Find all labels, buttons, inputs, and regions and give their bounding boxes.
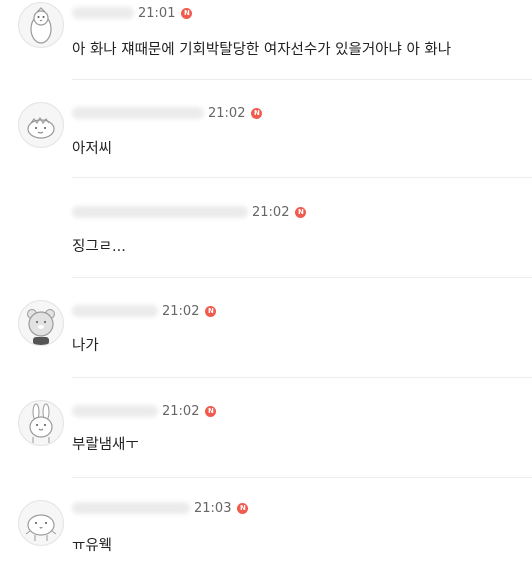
comment-meta: 21:02 N	[72, 203, 307, 221]
comment-text: ㅠ유웩	[72, 538, 113, 554]
comment-item: 21:02 N 징그ㄹ...	[0, 178, 532, 278]
comment-time: 21:02	[162, 303, 200, 319]
new-badge: N	[237, 502, 249, 514]
comment-time: 21:02	[252, 204, 290, 220]
comment-meta: 21:03 N	[72, 499, 249, 517]
bear-avatar-icon[interactable]	[18, 300, 64, 346]
comment-meta: 21:02 N	[72, 104, 263, 122]
new-badge: N	[205, 305, 217, 317]
comment-meta: 21:01 N	[72, 4, 193, 22]
nickname-redacted	[72, 206, 248, 218]
comment-item: 21:01 N 아 화나 쟤때문에 기회박탈당한 여자선수가 있을거아냐 아 화…	[0, 0, 532, 80]
nickname-redacted	[72, 405, 158, 417]
new-badge: N	[251, 107, 263, 119]
penguin-avatar-icon[interactable]	[18, 2, 64, 48]
comment-feed: 21:01 N 아 화나 쟤때문에 기회박탈당한 여자선수가 있을거아냐 아 화…	[0, 0, 532, 562]
new-badge: N	[295, 206, 307, 218]
comment-time: 21:03	[194, 500, 232, 516]
new-badge: N	[205, 405, 217, 417]
comment-text: 징그ㄹ...	[72, 239, 126, 255]
comment-text: 나가	[72, 338, 99, 354]
nickname-redacted	[72, 7, 134, 19]
comment-meta: 21:02 N	[72, 302, 217, 320]
blank-avatar-icon[interactable]	[18, 200, 64, 246]
dinosaur-avatar-icon[interactable]	[18, 102, 64, 148]
comment-item: 21:02 N 부랄냄새ㅜ	[0, 378, 532, 478]
nickname-redacted	[72, 107, 204, 119]
comment-time: 21:01	[138, 5, 176, 21]
nickname-redacted	[72, 305, 158, 317]
comment-item: 21:02 N 나가	[0, 278, 532, 378]
comment-meta: 21:02 N	[72, 402, 217, 420]
chick-avatar-icon[interactable]	[18, 500, 64, 546]
comment-text: 아 화나 쟤때문에 기회박탈당한 여자선수가 있을거아냐 아 화나	[72, 42, 452, 58]
rabbit-avatar-icon[interactable]	[18, 400, 64, 446]
comment-item: 21:03 N ㅠ유웩	[0, 478, 532, 562]
new-badge: N	[181, 7, 193, 19]
comment-item: 21:02 N 아저씨	[0, 80, 532, 178]
comment-text: 아저씨	[72, 141, 113, 157]
comment-time: 21:02	[162, 403, 200, 419]
comment-text: 부랄냄새ㅜ	[72, 437, 139, 453]
nickname-redacted	[72, 502, 190, 514]
comment-time: 21:02	[208, 105, 246, 121]
